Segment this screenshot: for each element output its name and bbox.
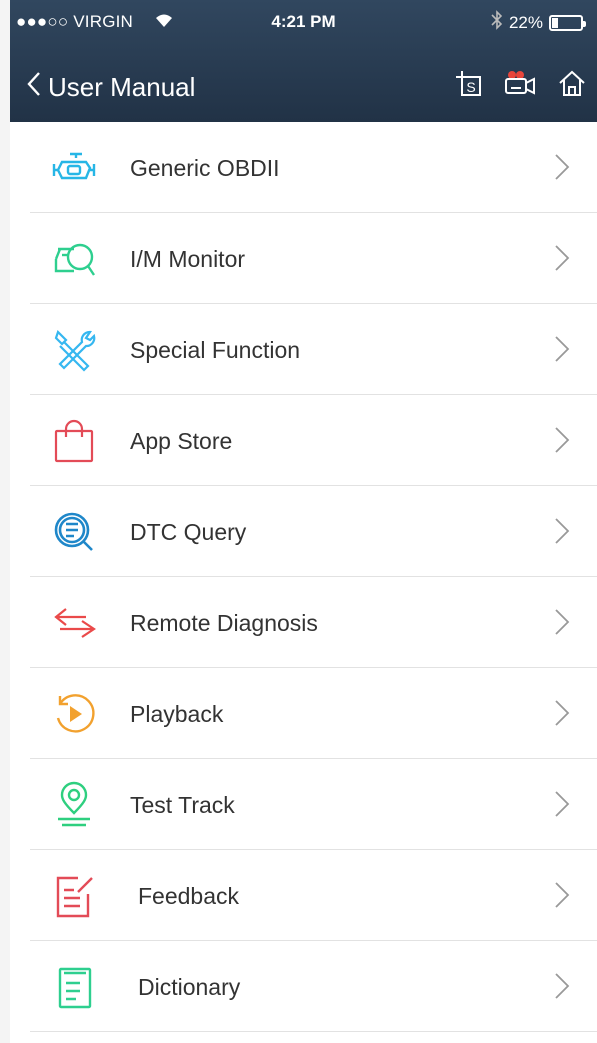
location-pin-icon: [48, 779, 100, 831]
chevron-right-icon: [555, 245, 570, 271]
record-video-icon[interactable]: [503, 66, 537, 100]
menu-item-test-track[interactable]: Test Track: [10, 759, 597, 850]
chevron-right-icon: [555, 518, 570, 544]
wrench-screwdriver-icon: [48, 324, 100, 376]
menu-item-label: Feedback: [138, 883, 240, 909]
page-title: User Manual: [48, 72, 196, 102]
chevron-left-icon: [26, 70, 42, 105]
menu-item-label: DTC Query: [130, 519, 247, 545]
menu-item-label: Remote Diagnosis: [130, 610, 318, 636]
menu-item-label: Dictionary: [138, 974, 241, 1000]
svg-text:S: S: [466, 79, 475, 95]
swap-arrows-icon: [48, 597, 100, 649]
battery-icon: [549, 14, 586, 31]
document-search-icon: [48, 506, 100, 558]
status-right: 22%: [491, 10, 586, 35]
chevron-right-icon: [555, 700, 570, 726]
feedback-edit-icon: [48, 870, 100, 922]
chevron-right-icon: [555, 791, 570, 817]
menu-item-remote-diagnosis[interactable]: Remote Diagnosis: [10, 577, 597, 668]
bluetooth-icon: [491, 10, 503, 35]
dictionary-book-icon: [48, 961, 100, 1013]
shopping-bag-icon: [48, 415, 100, 467]
menu-item-label: App Store: [130, 428, 233, 454]
left-edge-strip: [0, 0, 10, 1043]
menu-item-im-monitor[interactable]: I/M Monitor: [10, 213, 597, 304]
chevron-right-icon: [555, 336, 570, 362]
menu-item-dtc-query[interactable]: DTC Query: [10, 486, 597, 577]
chevron-right-icon: [555, 427, 570, 453]
battery-fill: [552, 17, 558, 28]
status-bar: ●●●○○ VIRGIN 4:21 PM 22%: [10, 0, 597, 44]
menu-item-playback[interactable]: Playback: [10, 668, 597, 759]
menu-item-label: Playback: [130, 701, 224, 727]
menu-item-dictionary[interactable]: Dictionary: [10, 941, 597, 1032]
chevron-right-icon: [555, 882, 570, 908]
engine-icon: [48, 142, 100, 194]
menu-item-label: Generic OBDII: [130, 155, 280, 181]
monitor-search-icon: [48, 233, 100, 285]
menu-item-label: Special Function: [130, 337, 301, 363]
menu-list: Generic OBDII I/M Monitor Special Functi…: [10, 122, 597, 1032]
screenshot-s-icon[interactable]: S: [451, 66, 485, 100]
chevron-right-icon: [555, 154, 570, 180]
nav-bar: User Manual S: [10, 60, 597, 112]
menu-item-feedback[interactable]: Feedback: [10, 850, 597, 941]
chevron-right-icon: [555, 973, 570, 999]
back-button[interactable]: User Manual: [26, 70, 195, 105]
menu-item-label: Test Track: [130, 792, 235, 818]
nav-actions: S: [451, 66, 589, 100]
top-bar: ●●●○○ VIRGIN 4:21 PM 22% User Manual S: [10, 0, 597, 122]
playback-icon: [48, 688, 100, 740]
chevron-right-icon: [555, 609, 570, 635]
menu-item-label: I/M Monitor: [130, 246, 246, 272]
home-icon[interactable]: [555, 66, 589, 100]
menu-item-special-function[interactable]: Special Function: [10, 304, 597, 395]
divider: [30, 1031, 597, 1032]
menu-item-generic-obdii[interactable]: Generic OBDII: [10, 122, 597, 213]
battery-percent: 22%: [508, 12, 543, 32]
menu-item-app-store[interactable]: App Store: [10, 395, 597, 486]
